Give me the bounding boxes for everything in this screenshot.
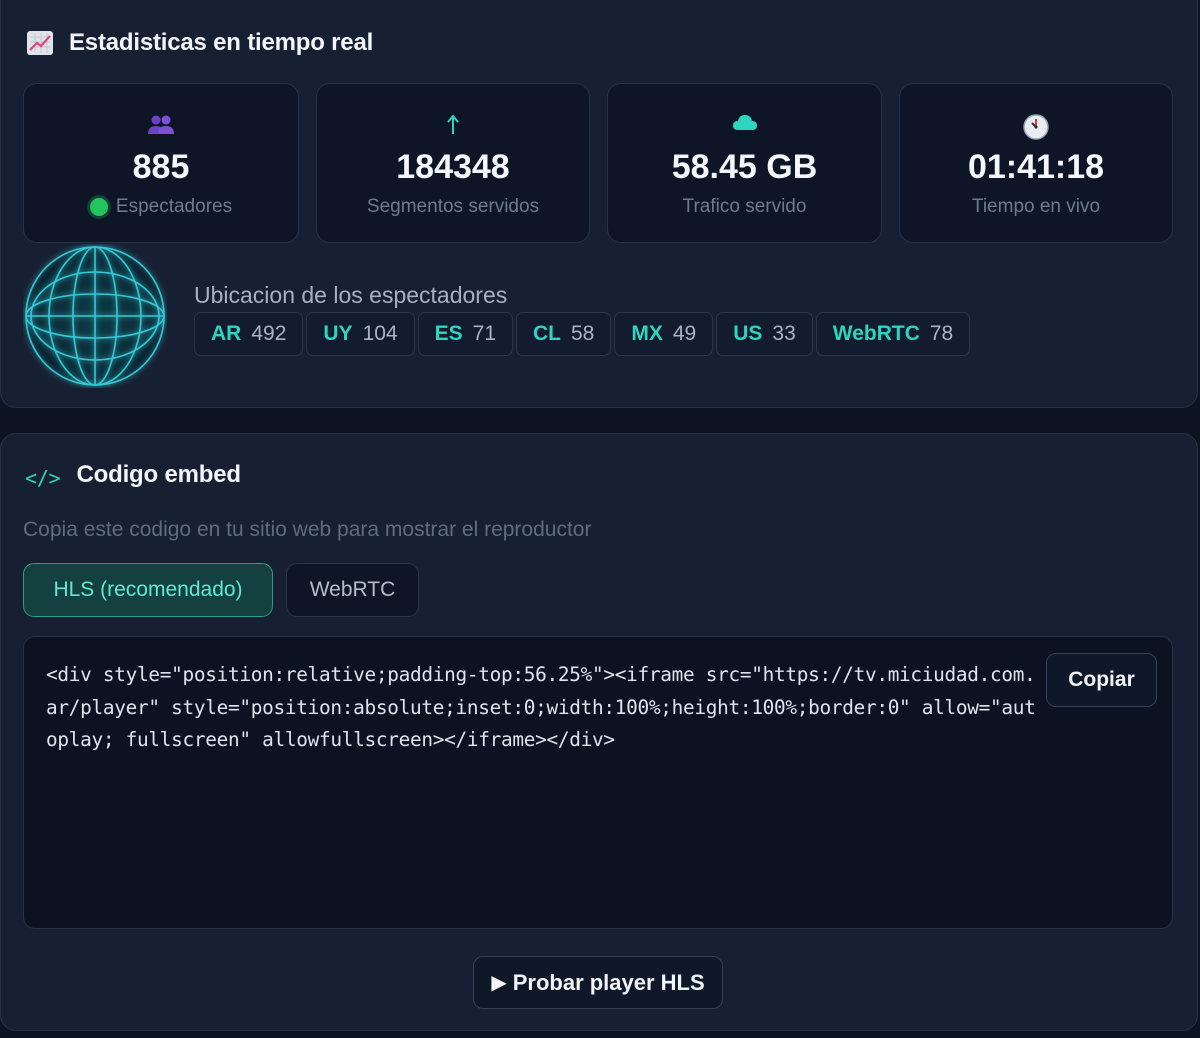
chip-code: CL bbox=[533, 322, 561, 345]
chip-count: 104 bbox=[362, 322, 398, 345]
embed-description: Copia este codigo en tu sitio web para m… bbox=[23, 518, 592, 541]
tab-webrtc[interactable]: WebRTC bbox=[286, 563, 419, 617]
cloud-icon bbox=[608, 114, 881, 138]
stats-header: Estadisticas en tiempo real bbox=[27, 29, 373, 57]
traffic-label: Trafico servido bbox=[682, 196, 807, 217]
chip-count: 492 bbox=[251, 322, 287, 345]
play-icon: ▶ bbox=[491, 972, 507, 994]
try-player-label: Probar player HLS bbox=[512, 969, 705, 995]
tab-hls[interactable]: HLS (recomendado) bbox=[23, 563, 273, 617]
chip-count: 33 bbox=[772, 322, 796, 345]
users-icon bbox=[24, 114, 298, 138]
country-chip: AR 492 bbox=[194, 312, 304, 356]
country-chip: US 33 bbox=[716, 312, 813, 356]
stat-card-segments: 184348 Segmentos servidos bbox=[316, 83, 590, 243]
country-chip: ES 71 bbox=[417, 312, 513, 356]
stat-card-viewers: 885 Espectadores bbox=[23, 83, 299, 243]
stat-card-uptime: 01:41:18 Tiempo en vivo bbox=[899, 83, 1173, 243]
viewers-label: Espectadores bbox=[115, 196, 233, 217]
viewer-location-title: Ubicacion de los espectadores bbox=[194, 282, 508, 308]
live-indicator bbox=[89, 198, 108, 216]
chip-count: 58 bbox=[571, 322, 595, 345]
country-chip: WebRTC 78 bbox=[815, 312, 971, 356]
country-chip: MX 49 bbox=[614, 312, 714, 356]
copy-button[interactable]: Copiar bbox=[1046, 653, 1157, 707]
stats-title: Estadisticas en tiempo real bbox=[69, 29, 374, 56]
arrow-up-icon bbox=[317, 114, 589, 138]
chart-increasing-icon bbox=[27, 31, 53, 55]
globe-icon bbox=[23, 244, 167, 388]
embed-code-box[interactable]: <div style="position:relative;padding-to… bbox=[23, 636, 1173, 929]
code-icon: </> bbox=[25, 466, 61, 490]
try-player-button[interactable]: ▶ Probar player HLS bbox=[473, 956, 723, 1009]
segments-label: Segmentos servidos bbox=[366, 196, 540, 217]
embed-title: Codigo embed bbox=[76, 461, 241, 488]
segments-value: 184348 bbox=[396, 148, 510, 186]
viewers-label-row: Espectadores bbox=[24, 196, 298, 218]
chip-count: 71 bbox=[472, 322, 496, 345]
chip-code: US bbox=[733, 322, 763, 345]
country-chip: UY 104 bbox=[306, 312, 415, 356]
country-chip: CL 58 bbox=[516, 312, 612, 356]
clock-icon bbox=[900, 114, 1172, 140]
chip-code: MX bbox=[631, 322, 663, 345]
chip-count: 49 bbox=[672, 322, 697, 345]
country-chips: AR 492 UY 104 ES 71 CL 58 MX 49 US 33 We… bbox=[194, 312, 971, 356]
embed-code[interactable]: <div style="position:relative;padding-to… bbox=[46, 659, 1036, 757]
stat-card-traffic: 58.45 GB Trafico servido bbox=[607, 83, 882, 243]
chip-code: UY bbox=[323, 322, 353, 345]
traffic-value: 58.45 GB bbox=[671, 148, 818, 186]
viewers-value: 885 bbox=[132, 148, 190, 186]
chip-code: ES bbox=[434, 322, 463, 345]
embed-header: </> Codigo embed bbox=[25, 460, 241, 490]
chip-code: AR bbox=[211, 322, 242, 345]
uptime-label: Tiempo en vivo bbox=[971, 196, 1101, 217]
chip-count: 78 bbox=[929, 322, 954, 345]
embed-panel: </> Codigo embed Copia este codigo en tu… bbox=[0, 433, 1198, 1031]
uptime-value: 01:41:18 bbox=[967, 148, 1105, 186]
chip-code: WebRTC bbox=[832, 322, 920, 345]
stats-panel: Estadisticas en tiempo real 885 Espectad… bbox=[0, 0, 1198, 408]
